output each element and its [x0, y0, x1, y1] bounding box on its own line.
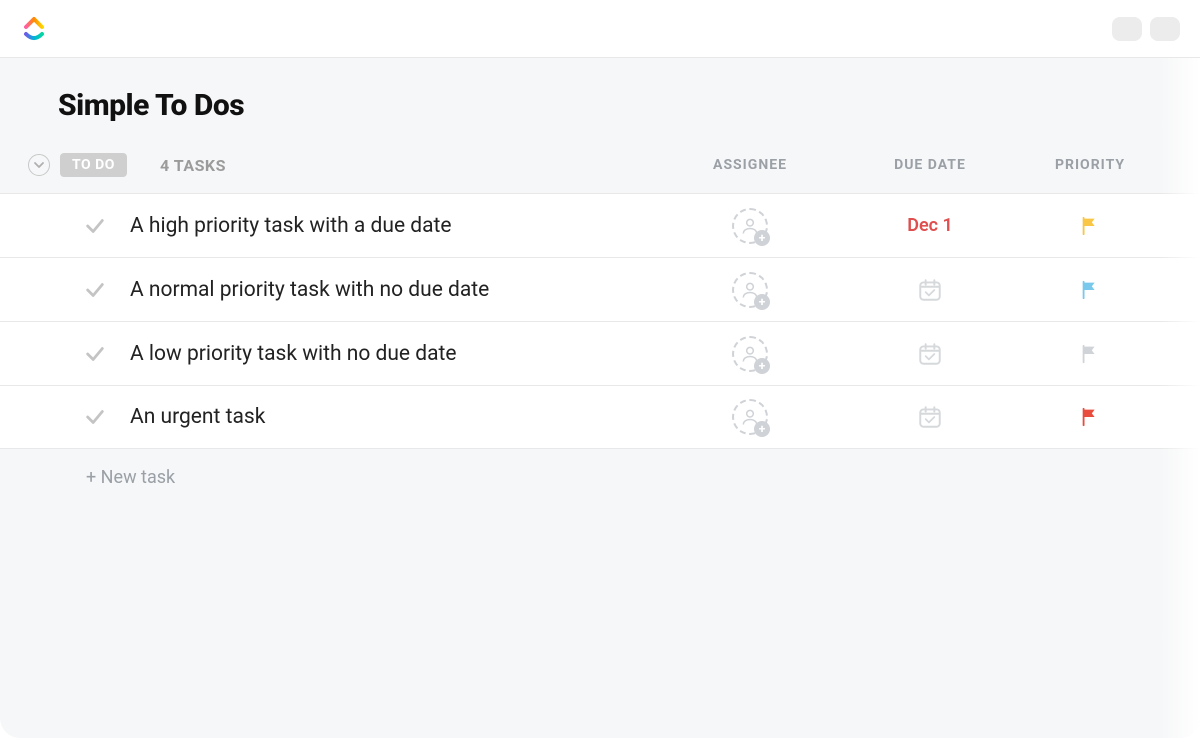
- calendar-icon: [917, 341, 943, 367]
- calendar-icon: [917, 277, 943, 303]
- status-chip[interactable]: TO DO: [60, 153, 127, 177]
- due-date-cell[interactable]: [840, 341, 1020, 367]
- assign-user-icon: +: [732, 208, 768, 244]
- new-task-button[interactable]: + New task: [0, 449, 1200, 488]
- flag-icon: [1079, 215, 1101, 237]
- task-row[interactable]: A normal priority task with no due date +: [0, 257, 1200, 321]
- topbar-right: [1112, 17, 1180, 41]
- check-icon: [84, 343, 106, 365]
- clickup-logo-icon: [20, 15, 48, 43]
- due-date-cell[interactable]: [840, 404, 1020, 430]
- complete-toggle[interactable]: [60, 406, 130, 428]
- task-name[interactable]: An urgent task: [130, 405, 660, 429]
- assign-user-icon: +: [732, 272, 768, 308]
- plus-icon: +: [754, 358, 770, 374]
- task-row[interactable]: A high priority task with a due date + Dec…: [0, 193, 1200, 257]
- collapse-toggle[interactable]: [28, 154, 50, 176]
- flag-icon: [1079, 279, 1101, 301]
- plus-icon: +: [754, 421, 770, 437]
- check-icon: [84, 279, 106, 301]
- assign-user-icon: +: [732, 399, 768, 435]
- flag-icon: [1079, 406, 1101, 428]
- assign-user-icon: +: [732, 336, 768, 372]
- complete-toggle[interactable]: [60, 215, 130, 237]
- flag-icon: [1079, 343, 1101, 365]
- calendar-icon: [917, 404, 943, 430]
- plus-icon: +: [754, 294, 770, 310]
- task-name[interactable]: A low priority task with no due date: [130, 342, 660, 366]
- task-row[interactable]: An urgent task +: [0, 385, 1200, 449]
- topbar: [0, 0, 1200, 58]
- chevron-down-icon: [33, 159, 45, 171]
- task-name[interactable]: A normal priority task with no due date: [130, 278, 660, 302]
- assignee-cell[interactable]: +: [660, 272, 840, 308]
- task-name[interactable]: A high priority task with a due date: [130, 214, 660, 238]
- task-rows: A high priority task with a due date + Dec…: [0, 193, 1200, 449]
- task-row[interactable]: A low priority task with no due date +: [0, 321, 1200, 385]
- priority-cell[interactable]: [1020, 343, 1160, 365]
- assignee-cell[interactable]: +: [660, 336, 840, 372]
- priority-cell[interactable]: [1020, 406, 1160, 428]
- complete-toggle[interactable]: [60, 343, 130, 365]
- check-icon: [84, 215, 106, 237]
- column-header-priority: PRIORITY: [1020, 157, 1160, 173]
- list-header: TO DO 4 TASKS ASSIGNEE DUE DATE PRIORITY: [0, 147, 1200, 183]
- complete-toggle[interactable]: [60, 279, 130, 301]
- assignee-cell[interactable]: +: [660, 208, 840, 244]
- app-frame: Simple To Dos TO DO 4 TASKS ASSIGNEE DUE…: [0, 0, 1200, 738]
- priority-cell[interactable]: [1020, 279, 1160, 301]
- app-logo[interactable]: [20, 15, 48, 43]
- content: Simple To Dos TO DO 4 TASKS ASSIGNEE DUE…: [0, 58, 1200, 738]
- task-count: 4 TASKS: [160, 156, 660, 175]
- column-header-assignee: ASSIGNEE: [660, 157, 840, 173]
- due-date-label: Dec 1: [907, 215, 953, 236]
- due-date-cell[interactable]: [840, 277, 1020, 303]
- check-icon: [84, 406, 106, 428]
- column-header-due-date: DUE DATE: [840, 157, 1020, 173]
- due-date-cell[interactable]: Dec 1: [840, 215, 1020, 236]
- list-title: Simple To Dos: [0, 88, 1200, 123]
- assignee-cell[interactable]: +: [660, 399, 840, 435]
- plus-icon: +: [754, 230, 770, 246]
- priority-cell[interactable]: [1020, 215, 1160, 237]
- topbar-button-placeholder[interactable]: [1150, 17, 1180, 41]
- topbar-button-placeholder[interactable]: [1112, 17, 1142, 41]
